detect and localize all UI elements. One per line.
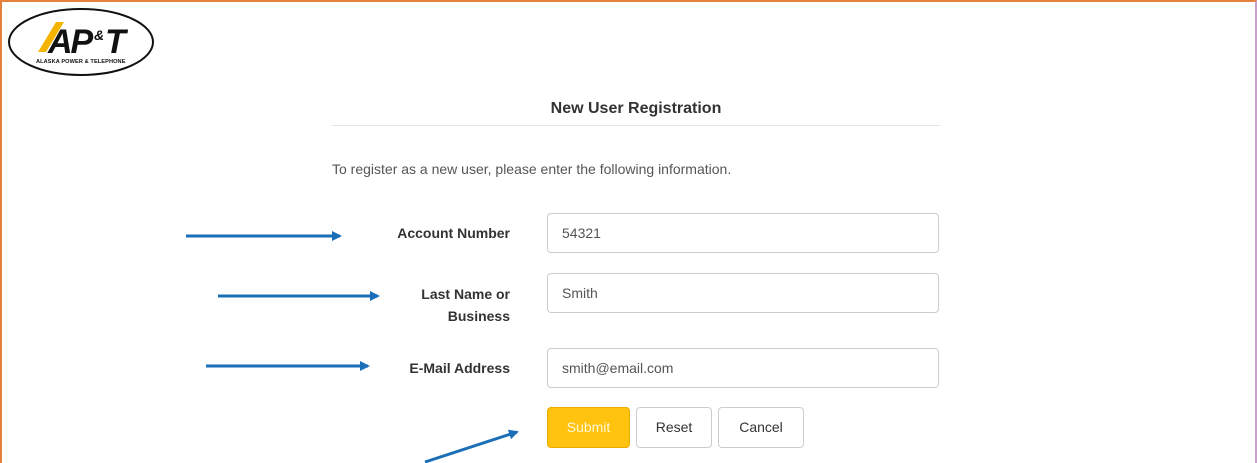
account-number-label: Account Number: [397, 225, 510, 241]
logo-subtitle: ALASKA POWER & TELEPHONE: [36, 59, 126, 65]
submit-button[interactable]: Submit: [547, 407, 630, 448]
reset-button[interactable]: Reset: [636, 407, 712, 448]
last-name-label: Last Name or Business: [340, 283, 510, 327]
email-label: E-Mail Address: [409, 360, 510, 376]
title-divider: [332, 125, 940, 126]
intro-text: To register as a new user, please enter …: [332, 161, 732, 177]
svg-text:AP: AP: [47, 23, 94, 61]
page-title: New User Registration: [550, 100, 722, 117]
logo-graphic: AP & T: [8, 8, 154, 76]
account-number-field[interactable]: 54321: [547, 213, 939, 253]
last-name-label-line2: Business: [447, 308, 510, 324]
company-logo[interactable]: AP & T ALASKA POWER & TELEPHONE: [8, 8, 158, 78]
last-name-label-line1: Last Name or: [421, 286, 510, 302]
svg-text:&: &: [94, 27, 104, 43]
svg-text:T: T: [105, 23, 129, 61]
last-name-field[interactable]: Smith: [547, 273, 939, 313]
email-field[interactable]: smith@email.com: [547, 348, 939, 388]
cancel-button[interactable]: Cancel: [718, 407, 804, 448]
